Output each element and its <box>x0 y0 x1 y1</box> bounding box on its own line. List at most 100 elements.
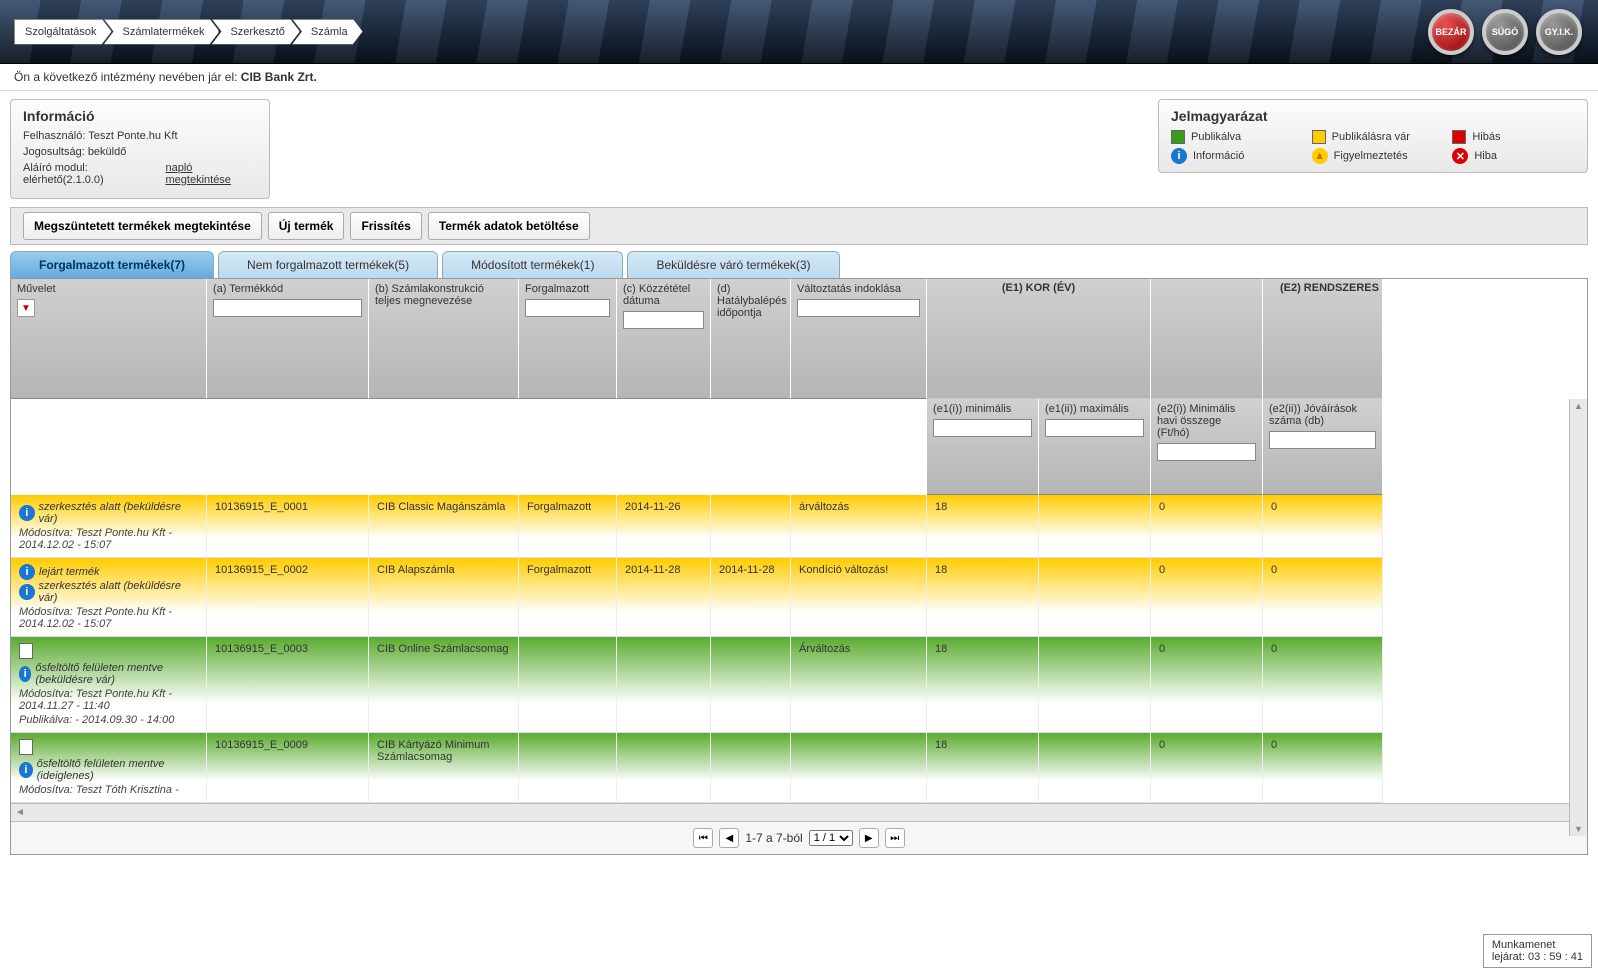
cell-e1-min: 18 <box>927 495 1039 558</box>
filter-e2-cnt[interactable] <box>1269 431 1376 449</box>
status-cell[interactable]: i szerkesztés alatt (beküldésre vár)Módo… <box>11 495 207 558</box>
breadcrumb-item[interactable]: Szerkesztő <box>211 19 299 45</box>
faq-button[interactable]: GY.I.K. <box>1536 9 1582 55</box>
cell-eff-date <box>711 637 791 733</box>
col-e1-min: (e1(i)) minimális <box>927 399 1039 495</box>
document-icon[interactable] <box>19 643 33 659</box>
cell-e2-cnt: 0 <box>1263 558 1383 637</box>
col-e2-min: (e2(i)) Minimális havi összege (Ft/hó) <box>1151 399 1263 495</box>
cell-name: CIB Classic Magánszámla <box>369 495 519 558</box>
col-reason: Változtatás indoklása <box>791 279 927 399</box>
cell-code: 10136915_E_0009 <box>207 733 369 803</box>
data-table: Művelet ▼ (a) Termékkód (b) Számlakonstr… <box>10 278 1588 855</box>
col-group-e1: (E1) KOR (ÉV) <box>927 279 1151 399</box>
col-dist: Forgalmazott <box>519 279 617 399</box>
cell-dist <box>519 733 617 803</box>
col-e1-max: (e1(ii)) maximális <box>1039 399 1151 495</box>
new-product-button[interactable]: Új termék <box>268 212 345 240</box>
square-red-icon <box>1452 130 1466 144</box>
cell-reason: Árváltozás <box>791 637 927 733</box>
cell-code: 10136915_E_0003 <box>207 637 369 733</box>
document-icon[interactable] <box>19 739 33 755</box>
filter-pub-date[interactable] <box>623 311 704 329</box>
page-range: 1-7 a 7-ból <box>745 831 802 845</box>
cell-name: CIB Alapszámla <box>369 558 519 637</box>
cell-e1-max <box>1039 733 1151 803</box>
cell-reason: Kondíció változás! <box>791 558 927 637</box>
filter-reason[interactable] <box>797 299 920 317</box>
status-cell[interactable]: i ősfeltöltő felületen mentve (ideiglene… <box>11 733 207 803</box>
col-eff-date: (d) Hatálybalépés időpontja <box>711 279 791 399</box>
cell-e1-min: 18 <box>927 558 1039 637</box>
cell-code: 10136915_E_0001 <box>207 495 369 558</box>
info-icon: i <box>19 564 35 580</box>
cell-pub-date <box>617 637 711 733</box>
col-pub-date: (c) Közzététel dátuma <box>617 279 711 399</box>
breadcrumb-item[interactable]: Szolgáltatások <box>14 19 112 45</box>
info-title: Információ <box>23 108 257 124</box>
col-code: (a) Termékkód <box>207 279 369 399</box>
legend-error: Hibás <box>1452 130 1575 144</box>
cell-e2-cnt: 0 <box>1263 733 1383 803</box>
cell-e1-max <box>1039 558 1151 637</box>
cell-pub-date: 2014-11-28 <box>617 558 711 637</box>
page-first-button[interactable]: ⏮ <box>693 828 713 848</box>
institution-prefix: Ön a következő intézmény nevében jár el: <box>14 70 241 84</box>
info-signer: Aláíró modul: elérhető(2.1.0.0) <box>23 162 166 186</box>
cell-code: 10136915_E_0002 <box>207 558 369 637</box>
tab-not-distributed[interactable]: Nem forgalmazott termékek(5) <box>218 251 438 278</box>
filter-dist[interactable] <box>525 299 610 317</box>
page-last-button[interactable]: ⏭ <box>885 828 905 848</box>
institution-name: CIB Bank Zrt. <box>241 70 317 84</box>
institution-line: Ön a következő intézmény nevében jár el:… <box>0 64 1598 91</box>
error-icon: ✕ <box>1452 148 1468 164</box>
tab-modified[interactable]: Módosított termékek(1) <box>442 251 623 278</box>
info-icon: i <box>1171 148 1187 164</box>
close-button[interactable]: BEZÁR <box>1428 9 1474 55</box>
col-operation: Művelet ▼ <box>11 279 207 399</box>
status-cell[interactable]: i lejárt terméki szerkesztés alatt (bekü… <box>11 558 207 637</box>
info-icon: i <box>19 666 31 682</box>
pager: ⏮ ◀ 1-7 a 7-ból 1 / 1 ▶ ⏭ <box>11 821 1587 854</box>
log-link[interactable]: napló megtekintése <box>166 162 258 186</box>
session-box: Munkamenet lejárat: 03 : 59 : 41 <box>1483 934 1592 968</box>
vertical-scrollbar[interactable] <box>1569 399 1587 836</box>
col-name: (b) Számlakonstrukció teljes megnevezése <box>369 279 519 399</box>
load-data-button[interactable]: Termék adatok betöltése <box>428 212 590 240</box>
cell-e1-max <box>1039 495 1151 558</box>
help-button[interactable]: SÚGÓ <box>1482 9 1528 55</box>
cell-eff-date <box>711 733 791 803</box>
page-prev-button[interactable]: ◀ <box>719 828 739 848</box>
page-select[interactable]: 1 / 1 <box>809 830 853 846</box>
info-panel: Információ Felhasználó: Teszt Ponte.hu K… <box>10 99 270 199</box>
refresh-button[interactable]: Frissítés <box>350 212 421 240</box>
col-e2-cnt: (e2(ii)) Jóváírások száma (db) <box>1263 399 1383 495</box>
legend-title: Jelmagyarázat <box>1171 108 1575 124</box>
tab-distributed[interactable]: Forgalmazott termékek(7) <box>10 251 214 278</box>
col-group-e2: (E2) RENDSZERES <box>1263 279 1383 399</box>
legend-panel: Jelmagyarázat Publikálva Publikálásra vá… <box>1158 99 1588 173</box>
cell-pub-date: 2014-11-26 <box>617 495 711 558</box>
cell-e2-cnt: 0 <box>1263 495 1383 558</box>
cell-name: CIB Kártyázó Minimum Számlacsomag <box>369 733 519 803</box>
square-yellow-icon <box>1312 130 1326 144</box>
view-discontinued-button[interactable]: Megszüntetett termékek megtekintése <box>23 212 262 240</box>
app-header: Szolgáltatások Számlatermékek Szerkesztő… <box>0 0 1598 64</box>
breadcrumb-item[interactable]: Számla <box>292 19 363 45</box>
info-perm: Jogosultság: beküldő <box>23 146 257 158</box>
status-cell[interactable]: i ősfeltöltő felületen mentve (beküldésr… <box>11 637 207 733</box>
filter-e2-min[interactable] <box>1157 443 1256 461</box>
cell-e2-min: 0 <box>1151 637 1263 733</box>
horizontal-scrollbar[interactable] <box>11 803 1587 821</box>
cell-eff-date <box>711 495 791 558</box>
cell-reason <box>791 733 927 803</box>
breadcrumb-item[interactable]: Számlatermékek <box>104 19 220 45</box>
filter-e1-max[interactable] <box>1045 419 1144 437</box>
filter-e1-min[interactable] <box>933 419 1032 437</box>
filter-code[interactable] <box>213 299 362 317</box>
page-next-button[interactable]: ▶ <box>859 828 879 848</box>
info-icon: i <box>19 584 35 600</box>
filter-icon[interactable]: ▼ <box>17 299 35 317</box>
legend-pending: Publikálásra vár <box>1312 130 1435 144</box>
tab-pending[interactable]: Beküldésre váró termékek(3) <box>627 251 839 278</box>
